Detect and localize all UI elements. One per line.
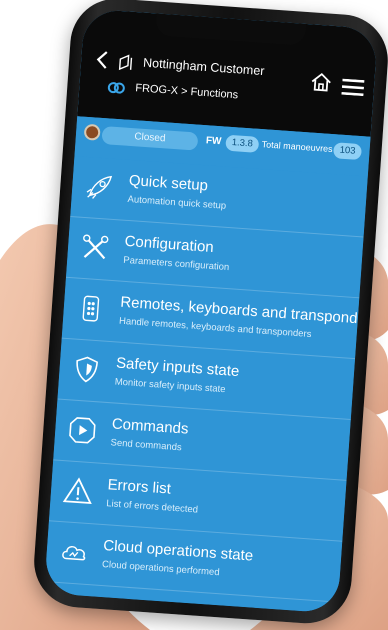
shield-icon (76, 356, 98, 383)
menu-item-subtitle: Automation quick setup (127, 193, 227, 212)
hamburger-menu-icon[interactable] (341, 78, 365, 97)
warning-icon (62, 477, 92, 505)
firmware-label: FW (205, 135, 222, 148)
menu-item-title: Errors list (107, 476, 172, 498)
manoeuvres-label: Total manoeuvres (261, 139, 333, 155)
rocket-icon (86, 175, 113, 199)
customer-name: Nottingham Customer (142, 55, 265, 79)
menu-item-subtitle: Monitor safety inputs state (114, 376, 226, 396)
remote-icon (82, 295, 100, 322)
menu-item-subtitle: Cloud operations performed (101, 559, 220, 579)
firmware-version-badge: 1.3.8 (225, 134, 260, 153)
manoeuvres-count-badge: 103 (333, 142, 363, 161)
play-icon (69, 417, 96, 444)
menu-item-title: Commands (111, 415, 189, 438)
menu-item-subtitle: Send commands (110, 437, 183, 454)
gate-icon (118, 54, 133, 71)
gate-state-badge: Closed (101, 125, 199, 151)
phone: Nottingham Customer FROG-X > Functions C… (31, 0, 388, 627)
menu-item-subtitle: Parameters configuration (122, 254, 230, 274)
tools-icon (83, 234, 109, 260)
functions-menu: Quick setup Automation quick setup Confi… (43, 156, 378, 614)
back-arrow-icon[interactable] (93, 49, 114, 70)
app-screen: Nottingham Customer FROG-X > Functions C… (43, 8, 379, 614)
status-indicator-led (83, 123, 101, 141)
menu-item-title: Configuration (124, 232, 215, 257)
frog-link-icon (107, 82, 125, 94)
menu-item-subtitle: List of errors detected (105, 498, 199, 516)
breadcrumb: FROG-X > Functions (134, 82, 239, 102)
cloud-icon (62, 545, 86, 561)
menu-item-title: Safety inputs state (115, 354, 240, 381)
menu-item-title: Quick setup (128, 171, 209, 195)
home-icon[interactable] (309, 70, 332, 93)
